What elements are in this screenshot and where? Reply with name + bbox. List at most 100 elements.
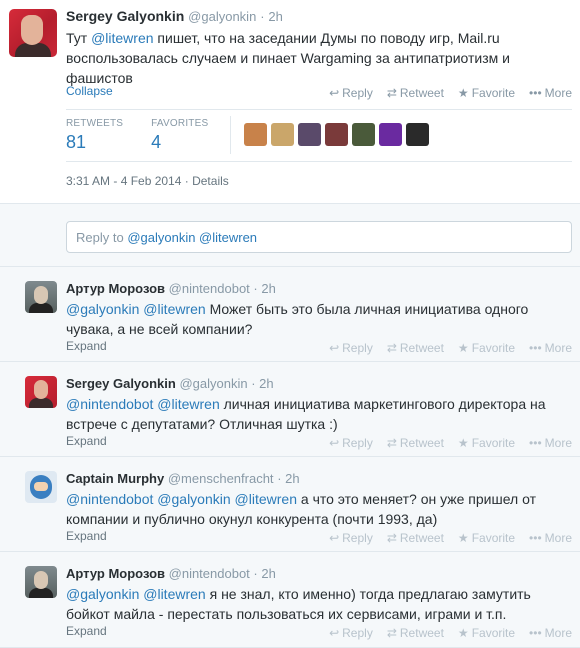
retweets-label: RETWEETS [66, 118, 124, 129]
reply-input[interactable]: Reply to @galyonkin @litewren [66, 221, 572, 253]
expand-link[interactable]: Expand [66, 339, 107, 353]
favorite-button[interactable]: ★ Favorite [458, 531, 515, 545]
more-icon: ••• [529, 531, 542, 545]
author-name[interactable]: Captain Murphy [66, 471, 164, 486]
more-button[interactable]: ••• More [529, 436, 572, 450]
tweet-time[interactable]: 2h [261, 281, 275, 296]
author-handle[interactable]: @galyonkin [179, 376, 247, 391]
tweet-header: Артур Морозов @nintendobot · 2h [66, 281, 276, 296]
favorites-count: 4 [151, 132, 162, 152]
tweet-actions: ↩ Reply ⇄ Retweet ★ Favorite ••• More [329, 531, 572, 545]
retweet-label: Retweet [399, 436, 444, 450]
favorite-label: Favorite [471, 341, 516, 355]
reply-label: Reply [342, 531, 373, 545]
favoriter-avatar[interactable] [325, 123, 348, 146]
avatar[interactable] [25, 281, 57, 313]
author-handle[interactable]: @galyonkin [188, 9, 256, 24]
author-name[interactable]: Sergey Galyonkin [66, 376, 176, 391]
avatar[interactable] [9, 9, 57, 57]
tweet-header: Артур Морозов @nintendobot · 2h [66, 566, 276, 581]
expand-link[interactable]: Expand [66, 529, 107, 543]
tweet-time[interactable]: 2h [285, 471, 299, 486]
retweet-label: Retweet [399, 531, 444, 545]
tweet-header: Captain Murphy @menschenfracht · 2h [66, 471, 300, 486]
mention-link[interactable]: @nintendobot @galyonkin @litewren [66, 491, 297, 507]
reply-tweet: Артур Морозов @nintendobot · 2h @galyonk… [0, 267, 580, 362]
favorite-button[interactable]: ★ Favorite [458, 86, 515, 100]
author-name[interactable]: Sergey Galyonkin [66, 8, 184, 24]
reply-button[interactable]: ↩ Reply [329, 341, 373, 355]
tweet-header: Sergey Galyonkin @galyonkin · 2h [66, 8, 283, 24]
favorite-button[interactable]: ★ Favorite [458, 436, 515, 450]
expand-link[interactable]: Expand [66, 434, 107, 448]
separator-dot: · [277, 471, 282, 486]
retweet-button[interactable]: ⇄ Retweet [387, 531, 444, 545]
more-icon: ••• [529, 626, 542, 640]
retweets-stat[interactable]: RETWEETS 81 [66, 118, 123, 153]
favorites-label: FAVORITES [151, 118, 209, 129]
star-icon: ★ [457, 86, 469, 100]
author-handle[interactable]: @nintendobot [169, 566, 250, 581]
reply-tweet: Артур Морозов @nintendobot · 2h @galyonk… [0, 552, 580, 648]
retweet-button[interactable]: ⇄ Retweet [387, 626, 444, 640]
author-name[interactable]: Артур Морозов [66, 281, 165, 296]
favoriter-avatar[interactable] [271, 123, 294, 146]
reply-tweet: Sergey Galyonkin @galyonkin · 2h @ninten… [0, 362, 580, 457]
tweet-time[interactable]: 2h [259, 376, 273, 391]
tweet-actions: ↩ Reply ⇄ Retweet ★ Favorite ••• More [329, 626, 572, 640]
favorite-button[interactable]: ★ Favorite [458, 341, 515, 355]
more-button[interactable]: ••• More [529, 86, 572, 100]
more-button[interactable]: ••• More [529, 341, 572, 355]
reply-button[interactable]: ↩ Reply [329, 531, 373, 545]
tweet-text-prefix: Тут [66, 30, 92, 46]
separator-dot: · [253, 281, 258, 296]
reply-icon: ↩ [329, 531, 340, 545]
tweet-actions: ↩ Reply ⇄ Retweet ★ Favorite ••• More [329, 86, 572, 100]
tweet-text: @nintendobot @litewren личная инициатива… [66, 394, 566, 434]
favorites-stat[interactable]: FAVORITES 4 [151, 118, 208, 153]
reply-label: Reply [342, 86, 373, 100]
tweet-timestamp[interactable]: 3:31 AM - 4 Feb 2014 [66, 174, 181, 188]
collapse-link[interactable]: Collapse [66, 84, 113, 98]
retweet-button[interactable]: ⇄ Retweet [387, 436, 444, 450]
author-handle[interactable]: @nintendobot [169, 281, 250, 296]
details-link[interactable]: Details [192, 174, 229, 188]
more-label: More [544, 626, 572, 640]
main-tweet: Sergey Galyonkin @galyonkin · 2h Тут @li… [0, 0, 580, 203]
avatar[interactable] [25, 566, 57, 598]
more-label: More [544, 436, 572, 450]
author-handle[interactable]: @menschenfracht [168, 471, 274, 486]
reply-button[interactable]: ↩ Reply [329, 436, 373, 450]
mention-link[interactable]: @galyonkin @litewren [66, 301, 206, 317]
more-button[interactable]: ••• More [529, 531, 572, 545]
favoriter-avatar[interactable] [298, 123, 321, 146]
retweet-icon: ⇄ [386, 626, 397, 640]
mention-link[interactable]: @litewren [91, 30, 153, 46]
favorite-label: Favorite [471, 626, 516, 640]
retweet-button[interactable]: ⇄ Retweet [387, 86, 444, 100]
retweet-label: Retweet [399, 626, 444, 640]
tweet-time[interactable]: 2h [268, 9, 282, 24]
favoriter-avatar[interactable] [352, 123, 375, 146]
favoriter-avatar[interactable] [379, 123, 402, 146]
retweet-button[interactable]: ⇄ Retweet [387, 341, 444, 355]
favorite-button[interactable]: ★ Favorite [458, 626, 515, 640]
favoriter-avatar[interactable] [244, 123, 267, 146]
retweet-icon: ⇄ [386, 436, 397, 450]
tweet-time[interactable]: 2h [261, 566, 275, 581]
favoriter-avatar[interactable] [406, 123, 429, 146]
retweet-icon: ⇄ [386, 86, 397, 100]
mention-link[interactable]: @nintendobot @litewren [66, 396, 220, 412]
stats-separator [230, 116, 231, 154]
reply-button[interactable]: ↩ Reply [329, 626, 373, 640]
more-button[interactable]: ••• More [529, 626, 572, 640]
reply-button[interactable]: ↩ Reply [329, 86, 373, 100]
tweet-actions: ↩ Reply ⇄ Retweet ★ Favorite ••• More [329, 436, 572, 450]
avatar[interactable] [25, 376, 57, 408]
avatar[interactable] [25, 471, 57, 503]
reply-icon: ↩ [329, 86, 340, 100]
reply-icon: ↩ [329, 341, 340, 355]
mention-link[interactable]: @galyonkin @litewren [66, 586, 206, 602]
expand-link[interactable]: Expand [66, 624, 107, 638]
author-name[interactable]: Артур Морозов [66, 566, 165, 581]
